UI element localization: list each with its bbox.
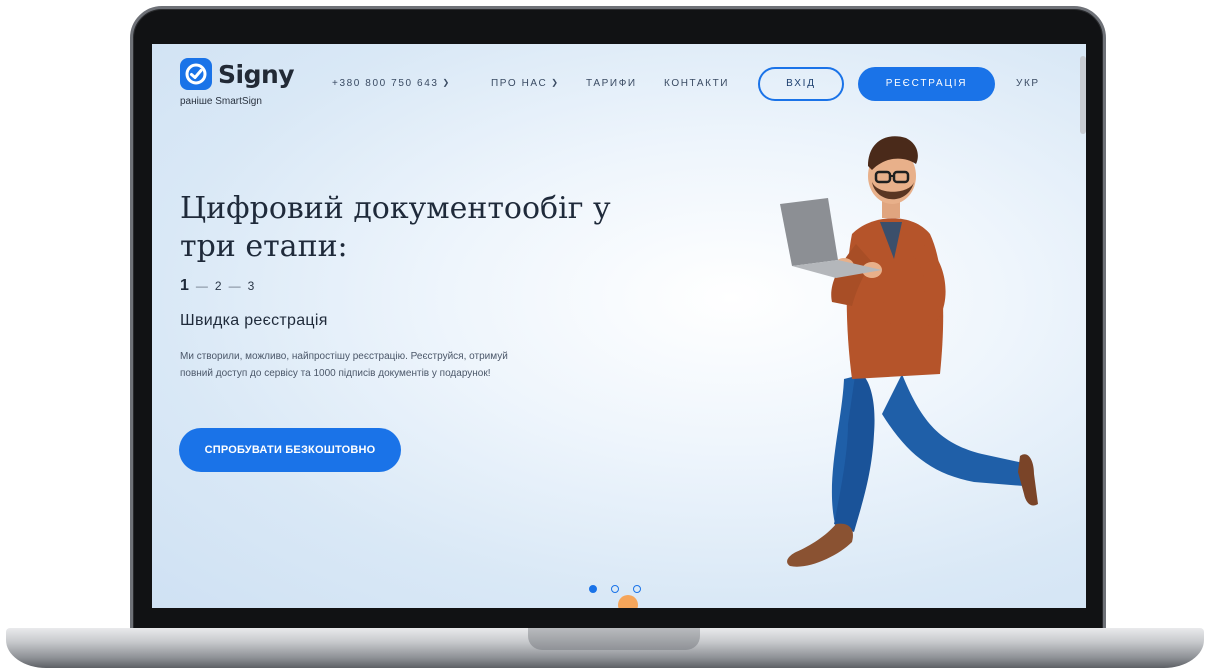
step-1[interactable]: 1 (180, 277, 190, 294)
step-separator: — (195, 279, 209, 293)
hero-description: Ми створили, можливо, найпростішу реєстр… (180, 351, 508, 379)
laptop-frame: Signy раніше SmartSign +380 800 750 643 ❯… (0, 0, 1210, 669)
signy-check-icon (180, 58, 212, 90)
step-indicator: 1 — 2 — 3 (180, 277, 255, 295)
logo-subtitle: раніше SmartSign (180, 96, 262, 107)
try-free-button[interactable]: СПРОБУВАТИ БЕЗКОШТОВНО (179, 428, 401, 472)
browser-viewport: Signy раніше SmartSign +380 800 750 643 ❯… (152, 44, 1086, 608)
phone-dropdown[interactable]: +380 800 750 643 ❯ (332, 68, 451, 100)
step-2[interactable]: 2 (215, 279, 223, 293)
slider-dots (589, 585, 641, 593)
slider-dot-3[interactable] (633, 585, 641, 593)
step-3[interactable]: 3 (248, 279, 256, 293)
logo-name: Signy (218, 60, 295, 89)
scrollbar-thumb[interactable] (1080, 56, 1086, 134)
phone-number: +380 800 750 643 (332, 78, 439, 89)
hero-subtitle: Швидка реєстрація (180, 312, 328, 329)
nav-about-label: ПРО НАС (491, 78, 548, 89)
hero-title: Цифровий документообіг у три етапи: (180, 191, 611, 264)
slider-dot-1[interactable] (589, 585, 597, 593)
hero-person-illustration (780, 136, 1038, 567)
laptop-base-notch (528, 628, 700, 650)
chevron-down-icon: ❯ (442, 78, 451, 87)
step-separator: — (228, 279, 242, 293)
nav-contacts[interactable]: КОНТАКТИ (664, 68, 729, 100)
nav-about[interactable]: ПРО НАС ❯ (491, 68, 560, 100)
brand-logo[interactable]: Signy раніше SmartSign (180, 58, 295, 120)
slider-dot-2[interactable] (611, 585, 619, 593)
decorative-blob (618, 595, 638, 608)
nav-pricing[interactable]: ТАРИФИ (586, 68, 637, 100)
chevron-down-icon: ❯ (551, 78, 560, 87)
